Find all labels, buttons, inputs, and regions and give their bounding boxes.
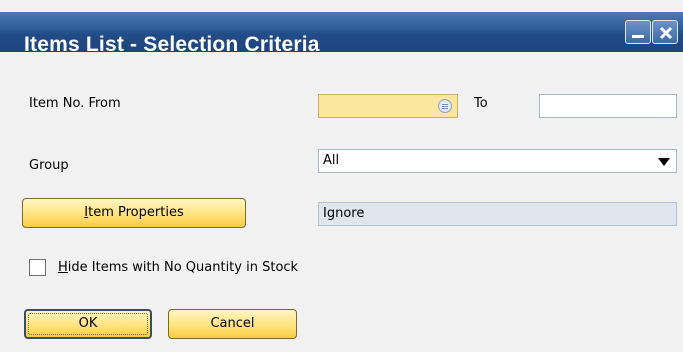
chevron-down-icon[interactable] (658, 158, 670, 166)
ok-label: OK (78, 316, 98, 331)
close-button[interactable] (652, 20, 678, 44)
ok-button[interactable]: OK (24, 309, 152, 339)
item-properties-value-text: Ignore (323, 206, 365, 221)
hide-items-label[interactable]: Hide Items with No Quantity in Stock (58, 260, 298, 275)
dialog-window: Items List - Selection Criteria Item No.… (0, 0, 683, 352)
item-no-from-input[interactable] (318, 94, 458, 118)
to-label: To (474, 96, 488, 111)
window-title: Items List - Selection Criteria (24, 33, 320, 56)
list-lookup-icon[interactable] (438, 99, 452, 113)
cancel-button[interactable]: Cancel (168, 309, 297, 339)
hide-items-label-text: ide Items with No Quantity in Stock (67, 260, 299, 275)
minimize-icon (632, 35, 644, 38)
item-properties-button[interactable]: Item Properties (22, 198, 246, 228)
item-properties-label: tem Properties (88, 205, 184, 220)
title-bar[interactable]: Items List - Selection Criteria (0, 12, 683, 56)
group-select[interactable]: All (318, 149, 677, 173)
group-value: All (323, 153, 340, 168)
group-label: Group (29, 158, 69, 173)
close-icon (659, 26, 673, 40)
hide-items-mnemonic: H (58, 260, 68, 275)
item-no-from-label: Item No. From (29, 96, 121, 111)
item-no-to-input[interactable] (539, 94, 677, 118)
minimize-button[interactable] (625, 20, 651, 44)
item-properties-value: Ignore (318, 202, 677, 226)
cancel-label: Cancel (210, 316, 255, 331)
hide-items-checkbox[interactable] (29, 259, 46, 276)
